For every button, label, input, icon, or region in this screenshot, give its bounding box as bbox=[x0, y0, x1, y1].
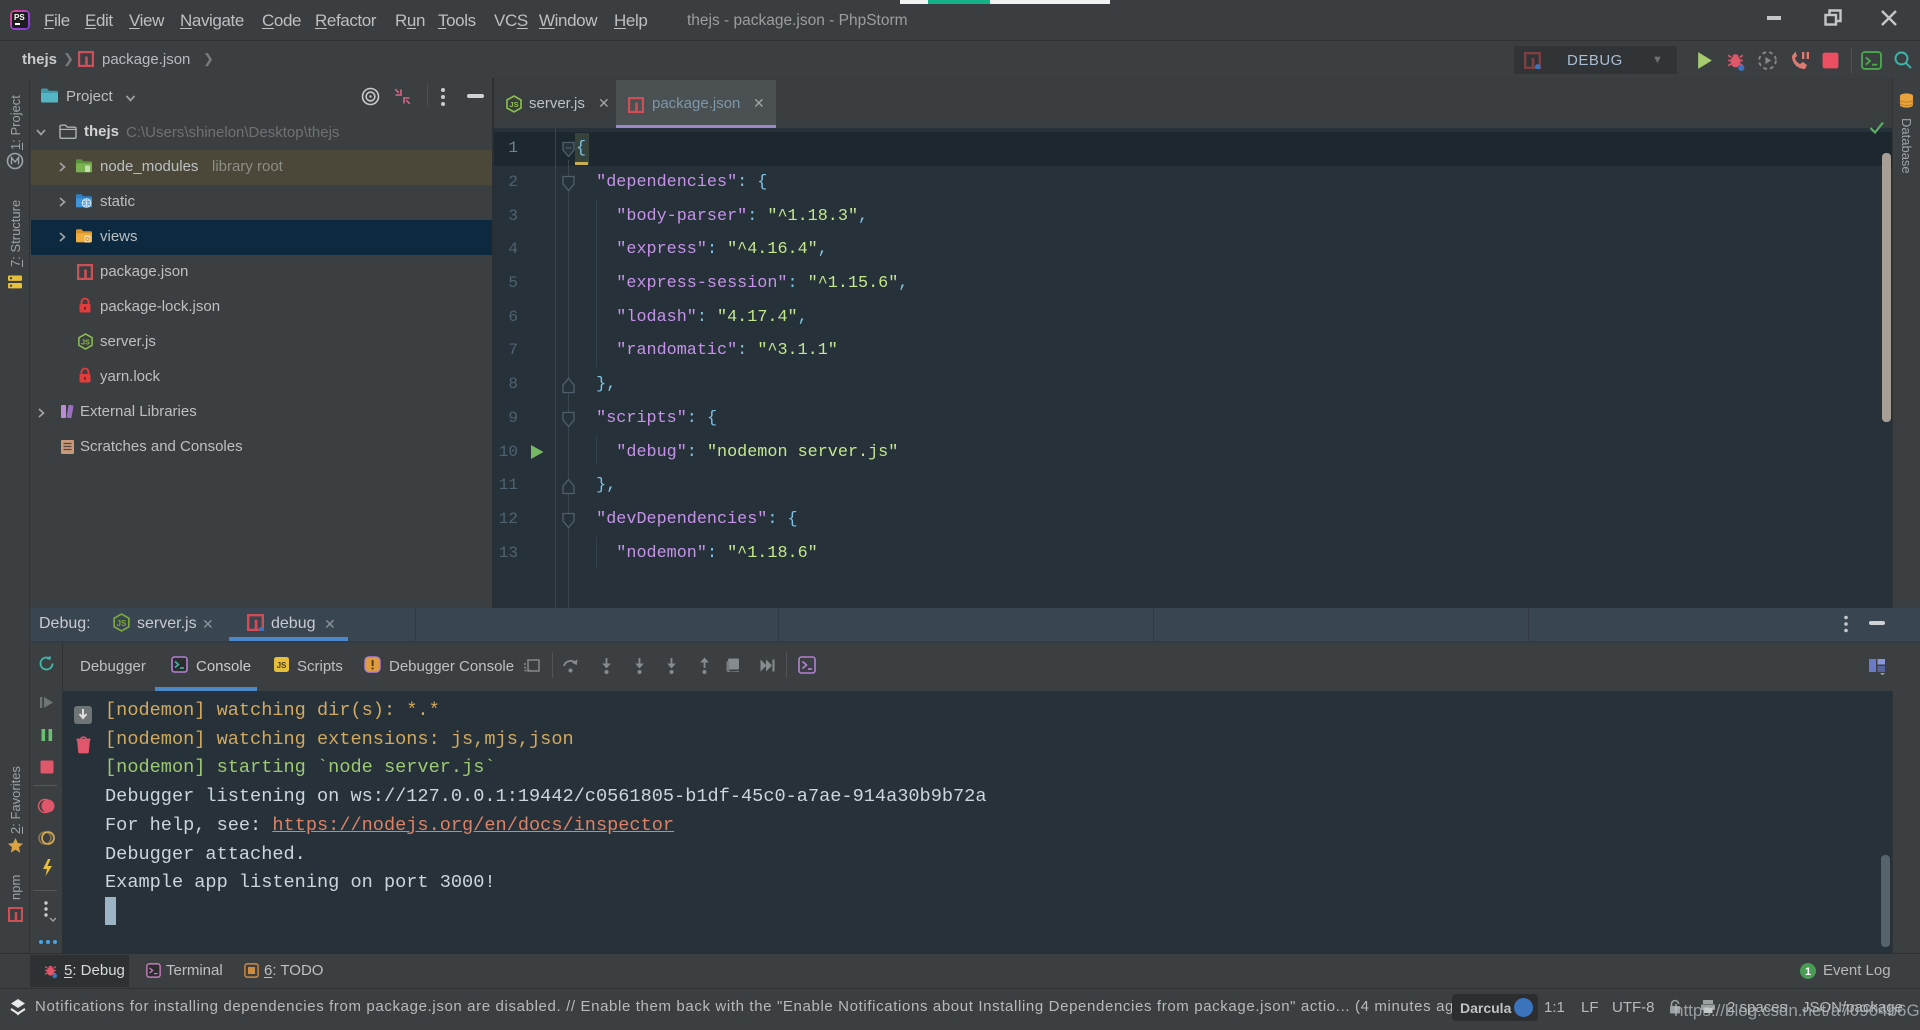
svg-text:JS: JS bbox=[117, 619, 127, 628]
svg-text:1: 1 bbox=[1805, 966, 1811, 978]
svg-text:JS: JS bbox=[277, 661, 287, 670]
svg-text:JS: JS bbox=[509, 100, 518, 109]
svg-text:JS: JS bbox=[81, 339, 90, 347]
